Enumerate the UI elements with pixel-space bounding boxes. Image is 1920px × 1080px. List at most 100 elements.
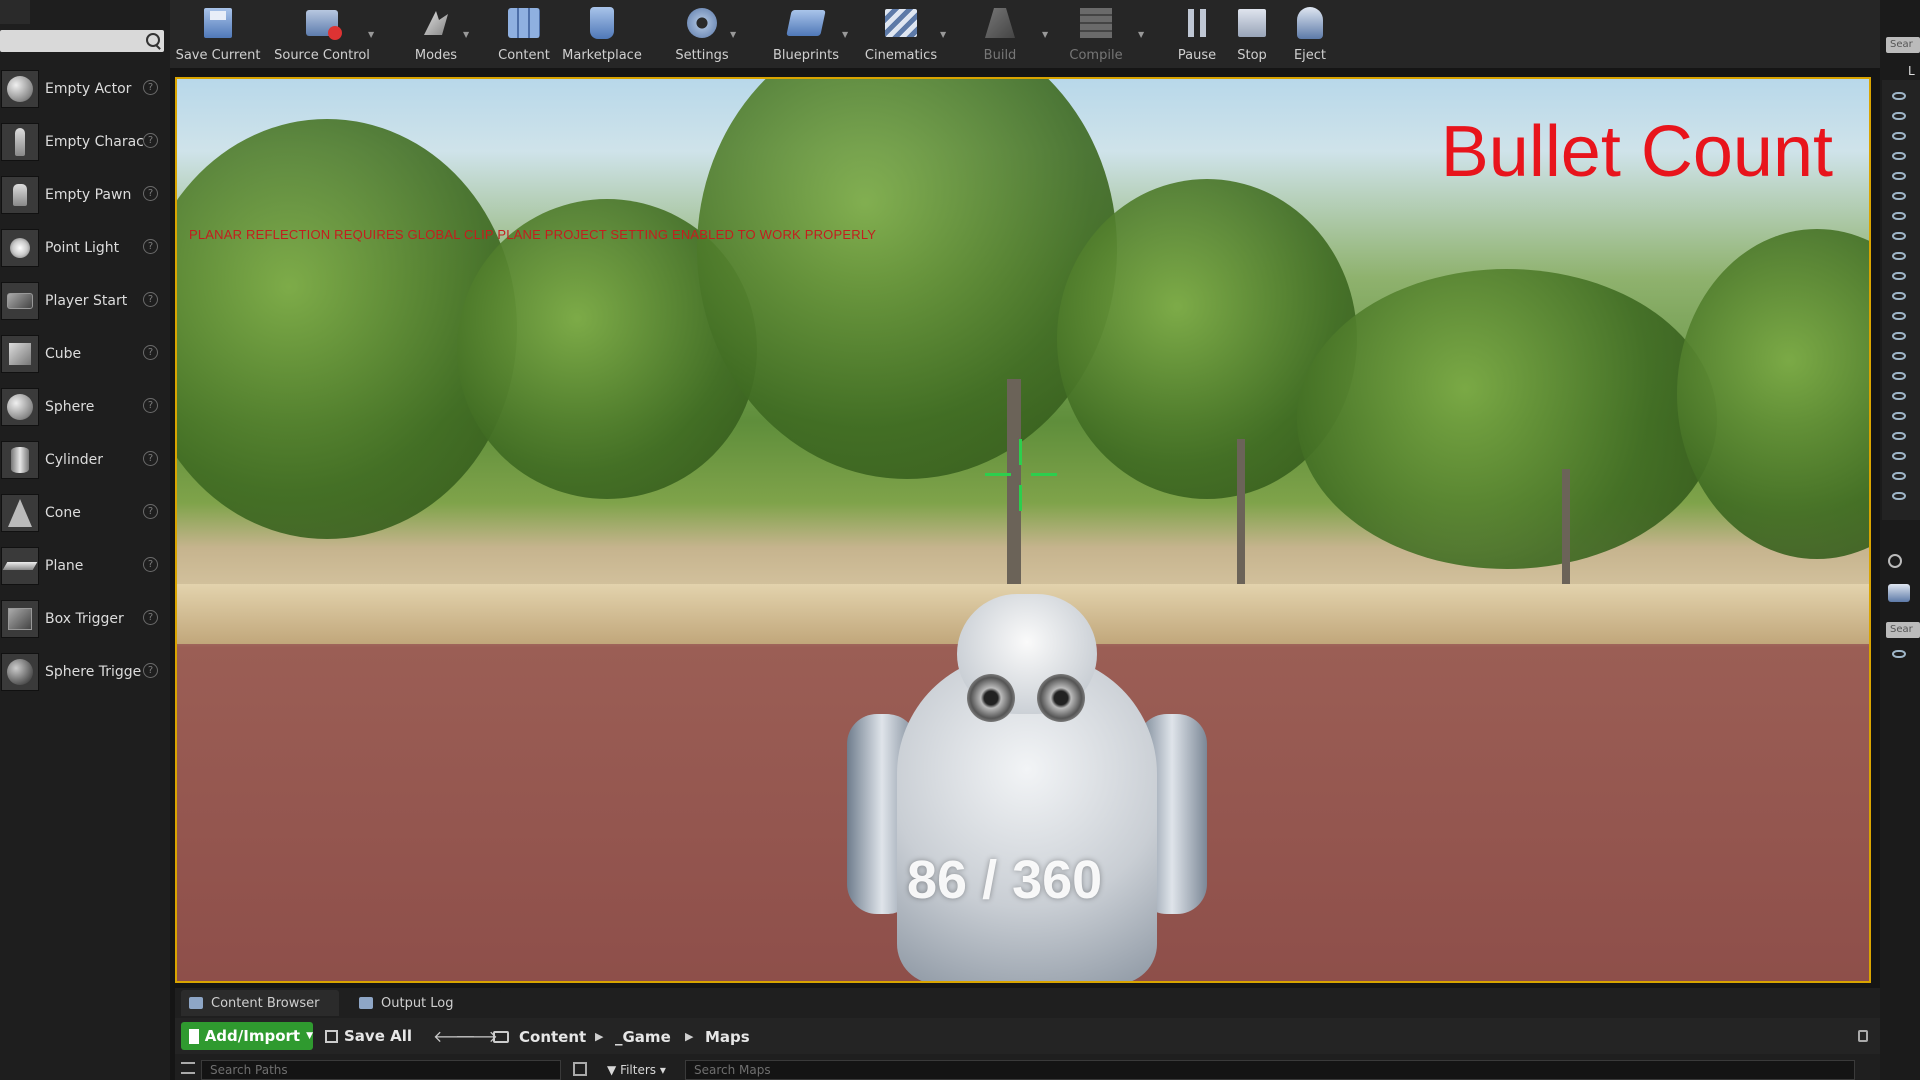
actor-label: Plane <box>45 557 84 574</box>
actor-item-empty-actor[interactable]: Empty Actor ? <box>0 62 166 115</box>
visibility-eye-icon[interactable] <box>1892 172 1906 180</box>
visibility-eye-icon[interactable] <box>1892 372 1906 380</box>
help-icon[interactable]: ? <box>143 292 158 307</box>
settings-button[interactable]: Settings <box>670 4 734 66</box>
marketplace-button[interactable]: Marketplace <box>562 4 642 66</box>
lock-icon[interactable] <box>1858 1030 1868 1042</box>
help-icon[interactable]: ? <box>143 610 158 625</box>
visibility-eye-icon[interactable] <box>1892 252 1906 260</box>
empty-character-icon <box>1 122 39 161</box>
visibility-eye-icon[interactable] <box>1892 492 1906 500</box>
visibility-eye-icon[interactable] <box>1892 312 1906 320</box>
actor-label: Sphere Trigge <box>45 663 142 680</box>
help-icon[interactable]: ? <box>143 398 158 413</box>
cinematics-button[interactable]: Cinematics <box>860 4 942 66</box>
cinematics-dropdown-icon[interactable]: ▼ <box>940 30 946 39</box>
actor-item-plane[interactable]: Plane ? <box>0 539 166 592</box>
blueprints-dropdown-icon[interactable]: ▼ <box>842 30 848 39</box>
cylinder-icon <box>1 440 39 479</box>
breadcrumb-game[interactable]: _Game <box>615 1028 671 1046</box>
visibility-eye-icon[interactable] <box>1892 132 1906 140</box>
settings-dropdown-icon[interactable]: ▼ <box>730 30 736 39</box>
visibility-eye-icon[interactable] <box>1892 472 1906 480</box>
help-icon[interactable]: ? <box>143 80 158 95</box>
visibility-eye-icon[interactable] <box>1892 392 1906 400</box>
sources-toggle-icon[interactable] <box>181 1062 195 1074</box>
save-current-button[interactable]: Save Current <box>176 4 260 66</box>
pause-button[interactable]: Pause <box>1172 4 1222 66</box>
blueprints-icon <box>786 4 826 42</box>
visibility-eye-icon[interactable] <box>1892 112 1906 120</box>
tab-content-browser[interactable]: Content Browser <box>181 990 339 1016</box>
details-search-input[interactable]: Sear <box>1886 622 1920 638</box>
help-icon[interactable]: ? <box>143 345 158 360</box>
help-icon[interactable]: ? <box>143 557 158 572</box>
help-icon[interactable]: ? <box>143 186 158 201</box>
breadcrumb-maps[interactable]: Maps <box>705 1028 750 1046</box>
actor-item-empty-pawn[interactable]: Empty Pawn ? <box>0 168 166 221</box>
help-icon[interactable]: ? <box>143 451 158 466</box>
actor-item-cube[interactable]: Cube ? <box>0 327 166 380</box>
content-button[interactable]: Content <box>494 4 554 66</box>
help-icon[interactable]: ? <box>143 133 158 148</box>
visibility-eye-icon[interactable] <box>1892 92 1906 100</box>
actor-item-player-start[interactable]: Player Start ? <box>0 274 166 327</box>
build-dropdown-icon[interactable]: ▼ <box>1042 30 1048 39</box>
filters-button[interactable]: ▼ Filters ▾ <box>607 1060 666 1080</box>
visibility-eye-icon[interactable] <box>1892 352 1906 360</box>
actor-item-sphere-trigger[interactable]: Sphere Trigge ? <box>0 645 166 698</box>
visibility-eye-icon[interactable] <box>1892 412 1906 420</box>
visibility-eye-icon[interactable] <box>1892 212 1906 220</box>
source-control-dropdown-icon[interactable]: ▼ <box>368 30 374 39</box>
breadcrumb-separator-icon[interactable]: ▶ <box>595 1030 603 1043</box>
actor-item-cone[interactable]: Cone ? <box>0 486 166 539</box>
actor-item-cylinder[interactable]: Cylinder ? <box>0 433 166 486</box>
visibility-eye-icon[interactable] <box>1892 432 1906 440</box>
compile-dropdown-icon[interactable]: ▼ <box>1138 30 1144 39</box>
help-icon[interactable]: ? <box>143 504 158 519</box>
search-paths-input[interactable]: Search Paths <box>201 1060 561 1080</box>
modes-dropdown-icon[interactable]: ▼ <box>463 30 469 39</box>
actor-label: Empty Actor <box>45 80 132 97</box>
actor-item-box-trigger[interactable]: Box Trigger ? <box>0 592 166 645</box>
point-light-icon <box>1 228 39 267</box>
actor-item-point-light[interactable]: Point Light ? <box>0 221 166 274</box>
actor-item-empty-character[interactable]: Empty Charac ? <box>0 115 166 168</box>
tab-output-log[interactable]: Output Log <box>351 990 501 1016</box>
visibility-eye-icon[interactable] <box>1892 232 1906 240</box>
outliner-search-input[interactable]: Sear <box>1886 37 1920 53</box>
help-icon[interactable]: ? <box>143 663 158 678</box>
actor-item-sphere[interactable]: Sphere ? <box>0 380 166 433</box>
visibility-eye-icon[interactable] <box>1892 292 1906 300</box>
box-trigger-icon <box>1 599 39 638</box>
visibility-eye-icon[interactable] <box>1892 650 1906 658</box>
chevron-down-icon: ▾ <box>659 1063 666 1077</box>
panel-tab[interactable] <box>0 0 30 24</box>
help-icon[interactable]: ? <box>143 239 158 254</box>
visibility-eye-icon[interactable] <box>1892 272 1906 280</box>
visibility-eye-icon[interactable] <box>1892 332 1906 340</box>
visibility-eye-icon[interactable] <box>1892 192 1906 200</box>
crosshair-icon <box>985 439 1057 511</box>
details-search-icon[interactable] <box>1888 554 1902 568</box>
visibility-eye-icon[interactable] <box>1892 152 1906 160</box>
build-button[interactable]: Build <box>970 4 1030 66</box>
eject-button[interactable]: Eject <box>1290 4 1330 66</box>
modes-button[interactable]: Modes <box>406 4 466 66</box>
search-maps-input[interactable]: Search Maps <box>685 1060 1855 1080</box>
blueprints-button[interactable]: Blueprints <box>766 4 846 66</box>
visibility-eye-icon[interactable] <box>1892 452 1906 460</box>
new-file-icon <box>189 1028 199 1044</box>
compile-button[interactable]: Compile <box>1064 4 1128 66</box>
source-control-button[interactable]: Source Control <box>272 4 372 66</box>
level-viewport[interactable]: PLANAR REFLECTION REQUIRES GLOBAL CLIP P… <box>175 77 1871 983</box>
stop-button[interactable]: Stop <box>1232 4 1272 66</box>
breadcrumb-separator-icon[interactable]: ▶ <box>685 1030 693 1043</box>
save-all-button[interactable]: Save All <box>325 1022 412 1050</box>
view-options-icon[interactable] <box>573 1062 587 1076</box>
add-import-button[interactable]: Add/Import ▼ <box>181 1022 313 1050</box>
output-log-icon <box>359 997 373 1009</box>
breadcrumb-content[interactable]: Content <box>519 1028 586 1046</box>
place-actors-search-input[interactable] <box>0 30 164 52</box>
forward-arrow-icon[interactable]: 🡒 <box>455 1026 498 1046</box>
